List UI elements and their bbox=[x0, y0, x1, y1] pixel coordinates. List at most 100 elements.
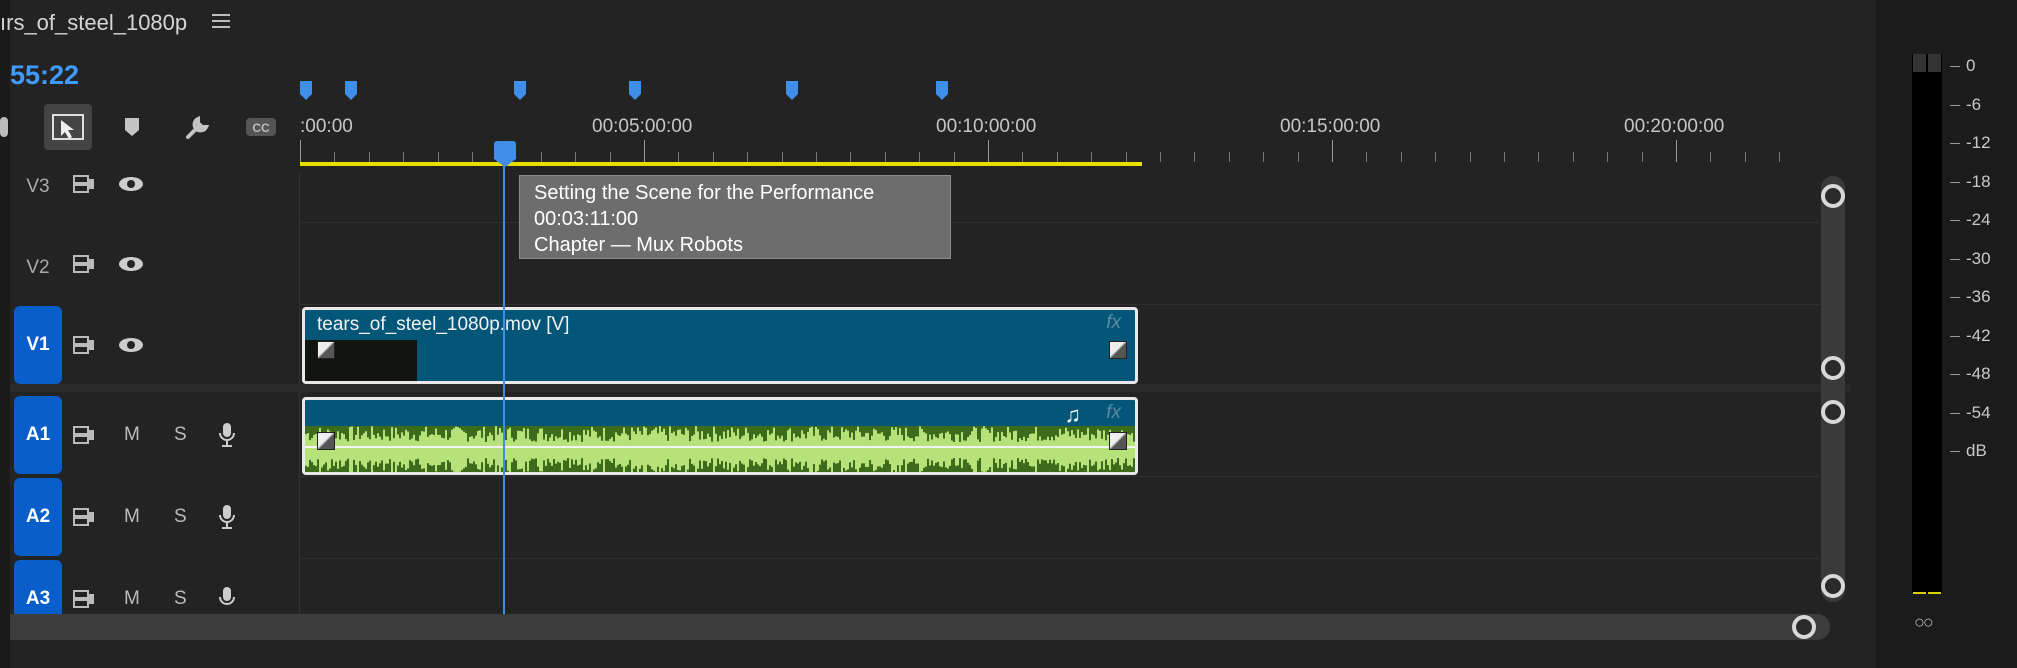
ruler-tick bbox=[747, 152, 749, 162]
chapter-marker[interactable] bbox=[300, 81, 312, 100]
track-label[interactable]: V2 bbox=[14, 248, 62, 288]
db-label: -12 bbox=[1966, 133, 1991, 152]
track-label[interactable]: A3 bbox=[14, 560, 62, 614]
toggle-sync-lock-icon[interactable] bbox=[72, 507, 96, 533]
track-label[interactable]: A1 bbox=[14, 396, 62, 474]
playhead-line[interactable] bbox=[503, 152, 505, 614]
ruler-tick bbox=[850, 152, 852, 162]
menu-icon[interactable] bbox=[212, 14, 230, 30]
linked-selection-button[interactable] bbox=[44, 104, 92, 150]
toggle-sync-lock-icon[interactable] bbox=[72, 335, 96, 361]
playhead-timecode[interactable]: 55:22 bbox=[10, 60, 79, 91]
clip-end-keyframe[interactable] bbox=[1109, 341, 1127, 359]
clip-end-keyframe[interactable] bbox=[1109, 432, 1127, 450]
toggle-sync-lock-icon[interactable] bbox=[72, 254, 96, 280]
toggle-sync-lock-icon[interactable] bbox=[72, 589, 96, 614]
ruler-tick bbox=[472, 152, 473, 162]
solo-button[interactable]: S bbox=[174, 506, 187, 528]
sequence-tab-title[interactable]: ırs_of_steel_1080p bbox=[0, 10, 187, 36]
eye-icon[interactable] bbox=[118, 256, 144, 278]
ruler-tick bbox=[403, 152, 405, 162]
ruler-tick bbox=[1091, 152, 1093, 162]
chapter-marker[interactable] bbox=[786, 81, 798, 100]
db-tick bbox=[1950, 104, 1960, 106]
ruler-tick bbox=[1400, 152, 1402, 162]
db-label: -18 bbox=[1966, 171, 1991, 191]
microphone-icon[interactable] bbox=[218, 504, 236, 536]
marker-tooltip: Setting the Scene for the Performance 00… bbox=[519, 175, 951, 259]
track-header-a3[interactable]: A3 M S bbox=[10, 560, 300, 614]
db-tick bbox=[1950, 335, 1960, 337]
chapter-marker[interactable] bbox=[514, 81, 526, 100]
ruler-tick bbox=[609, 152, 611, 162]
ruler-tick bbox=[300, 140, 301, 162]
track-label[interactable]: V1 bbox=[14, 306, 62, 384]
scroll-handle[interactable] bbox=[1821, 574, 1845, 598]
chapter-marker[interactable] bbox=[936, 81, 948, 100]
eye-icon[interactable] bbox=[118, 337, 144, 359]
ruler-tick bbox=[919, 152, 921, 162]
chapter-marker[interactable] bbox=[345, 81, 357, 100]
ruler-tick bbox=[678, 152, 680, 162]
marker-icon[interactable] bbox=[118, 104, 146, 150]
solo-meters-button[interactable]: ○○ bbox=[1914, 612, 1934, 633]
scroll-handle[interactable] bbox=[1821, 400, 1845, 424]
track-label[interactable]: A2 bbox=[14, 478, 62, 556]
video-clip[interactable]: tears_of_steel_1080p.mov [V] fx bbox=[302, 307, 1138, 384]
captions-icon[interactable]: CC bbox=[244, 104, 278, 150]
music-note-icon: ♫ bbox=[1064, 402, 1082, 427]
work-area-bar[interactable] bbox=[300, 162, 1142, 166]
ruler-tick bbox=[1779, 152, 1781, 162]
ruler-tick bbox=[1641, 152, 1643, 162]
audio-waveform bbox=[305, 426, 1135, 472]
track-header-a2[interactable]: A2 M S bbox=[10, 478, 300, 558]
clip-start-keyframe[interactable] bbox=[317, 341, 335, 359]
scroll-handle[interactable] bbox=[1821, 184, 1845, 208]
mute-button[interactable]: M bbox=[124, 424, 140, 446]
track-label[interactable]: V3 bbox=[14, 172, 62, 202]
ruler-label: 00:05:00:00 bbox=[592, 116, 693, 137]
track-header-a1[interactable]: A1 M S bbox=[10, 396, 300, 476]
microphone-icon[interactable] bbox=[218, 422, 236, 454]
chapter-marker[interactable] bbox=[629, 81, 641, 100]
toggle-sync-lock-icon[interactable] bbox=[72, 425, 96, 451]
ruler-tick bbox=[1504, 152, 1505, 162]
time-ruler[interactable]: :00:00 00:05:00:00 00:10:00:00 00:15:00:… bbox=[300, 76, 1820, 172]
panel-edge bbox=[0, 0, 10, 668]
track-header-v2[interactable]: V2 bbox=[10, 240, 300, 304]
eye-icon[interactable] bbox=[118, 176, 144, 198]
db-tick bbox=[1950, 412, 1960, 414]
ruler-tick bbox=[437, 152, 439, 162]
horizontal-zoom-scrollbar[interactable] bbox=[10, 614, 1830, 640]
db-label: dB bbox=[1966, 441, 1987, 460]
fx-badge[interactable]: fx bbox=[1106, 312, 1121, 334]
solo-button[interactable]: S bbox=[174, 588, 187, 610]
fx-badge[interactable]: fx bbox=[1106, 402, 1121, 424]
db-tick bbox=[1950, 181, 1960, 183]
ruler-tick bbox=[1022, 152, 1024, 162]
ruler-label: 00:15:00:00 bbox=[1280, 116, 1381, 137]
ruler-tick bbox=[1263, 152, 1265, 162]
track-header-v1[interactable]: V1 bbox=[10, 306, 300, 384]
peak-indicator-right[interactable] bbox=[1928, 54, 1941, 72]
scroll-handle[interactable] bbox=[1792, 615, 1816, 639]
wrench-icon[interactable] bbox=[180, 104, 216, 150]
playhead-handle[interactable] bbox=[494, 141, 516, 167]
microphone-icon[interactable] bbox=[218, 586, 236, 614]
mute-button[interactable]: M bbox=[124, 506, 140, 528]
mute-button[interactable]: M bbox=[124, 588, 140, 610]
nest-toggle-icon[interactable] bbox=[0, 104, 14, 150]
ruler-tick bbox=[1435, 152, 1437, 162]
ruler-tick bbox=[1572, 152, 1574, 162]
video-audio-divider[interactable] bbox=[10, 384, 1850, 392]
clip-start-keyframe[interactable] bbox=[317, 432, 335, 450]
audio-vertical-scrollbar[interactable] bbox=[1821, 398, 1845, 602]
scroll-handle[interactable] bbox=[1821, 356, 1845, 380]
toggle-sync-lock-icon[interactable] bbox=[72, 174, 96, 200]
audio-clip[interactable]: ♫ fx bbox=[302, 397, 1138, 475]
track-header-v3[interactable]: V3 bbox=[10, 166, 300, 222]
db-label: -54 bbox=[1966, 402, 1991, 422]
solo-button[interactable]: S bbox=[174, 424, 187, 446]
peak-indicator-left[interactable] bbox=[1913, 54, 1926, 72]
db-tick bbox=[1950, 66, 1960, 67]
